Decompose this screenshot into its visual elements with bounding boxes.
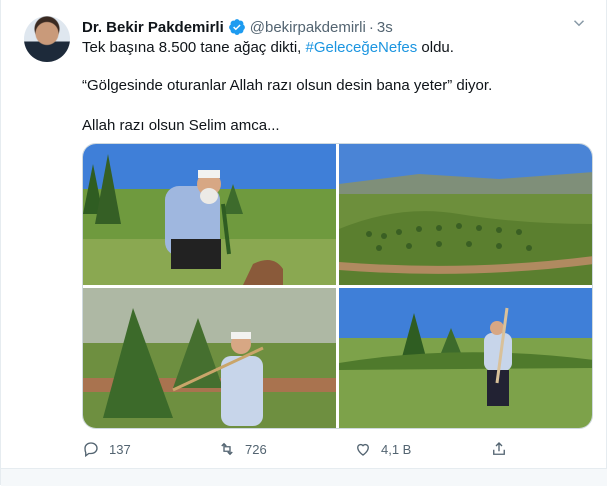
tweet-line-1: Tek başına 8.500 tane ağaç dikti, #Gelec… (82, 38, 454, 57)
tweet-line-2: “Gölgesinde oturanlar Allah razı olsun d… (82, 77, 493, 94)
timestamp[interactable]: 3s (377, 19, 393, 36)
bottom-divider (1, 468, 607, 486)
tweet-line-3: Allah razı olsun Selim amca... (82, 117, 280, 134)
share-icon (493, 442, 505, 455)
verified-badge-icon (228, 18, 246, 36)
photo-2[interactable] (339, 144, 592, 285)
retweet-button[interactable]: 726 (218, 440, 267, 458)
like-icon (357, 443, 369, 456)
retweet-count: 726 (245, 441, 267, 457)
photo-1[interactable] (83, 144, 336, 285)
share-button[interactable] (490, 440, 517, 458)
separator-dot: · (368, 18, 374, 36)
media-grid (82, 143, 593, 429)
hashtag-link[interactable]: #GeleceğeNefes (305, 39, 417, 56)
tweet-header: Dr. Bekir Pakdemirli @bekirpakdemirli · … (82, 18, 393, 36)
reply-button[interactable]: 137 (82, 440, 131, 458)
display-name[interactable]: Dr. Bekir Pakdemirli (82, 19, 224, 36)
handle[interactable]: @bekirpakdemirli (250, 19, 366, 36)
tweet-line-1-start: Tek başına 8.500 tane ağaç dikti, (82, 39, 306, 56)
photo-4[interactable] (339, 288, 592, 428)
avatar[interactable] (24, 16, 70, 62)
tweet-line-1-end: oldu. (417, 39, 454, 56)
retweet-icon (221, 442, 233, 456)
reply-icon (84, 442, 98, 458)
chevron-down-icon[interactable] (570, 14, 588, 32)
like-count: 4,1 B (381, 441, 412, 457)
reply-count: 137 (109, 441, 131, 457)
tweet-card[interactable]: Dr. Bekir Pakdemirli @bekirpakdemirli · … (0, 0, 607, 486)
tweet-actions: 137 726 4,1 B (82, 440, 512, 460)
photo-3[interactable] (83, 288, 336, 428)
like-button[interactable]: 4,1 B (354, 440, 411, 458)
